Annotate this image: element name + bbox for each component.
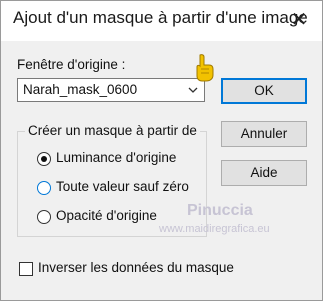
source-window-dropdown[interactable]: Narah_mask_0600 <box>17 78 205 102</box>
invert-mask-label: Inverser les données du masque <box>38 260 234 275</box>
radio-original-luminance[interactable] <box>37 152 51 166</box>
pointing-hand-icon <box>196 54 214 82</box>
radio-original-opacity[interactable] <box>37 210 51 224</box>
source-window-value: Narah_mask_0600 <box>23 82 138 97</box>
mask-source-legend: Créer un masque à partir de <box>25 123 200 138</box>
watermark-url: www.maidiregrafica.eu <box>159 223 270 235</box>
source-window-label: Fenêtre d'origine : <box>17 57 126 72</box>
cancel-button[interactable]: Annuler <box>221 121 307 147</box>
watermark-name: Pinuccia <box>187 202 253 219</box>
close-button[interactable]: ✕ <box>283 5 315 35</box>
invert-mask-checkbox[interactable] <box>19 262 33 276</box>
close-icon: ✕ <box>290 9 308 31</box>
radio-selected-dot <box>41 156 47 162</box>
help-button[interactable]: Aide <box>221 160 307 186</box>
mask-from-image-dialog: Ajout d'un masque à partir d'une image ✕… <box>0 0 323 301</box>
dialog-title: Ajout d'un masque à partir d'une image <box>13 8 308 27</box>
radio-any-nonzero-label: Toute valeur sauf zéro <box>56 179 189 194</box>
radio-original-luminance-label: Luminance d'origine <box>56 150 177 165</box>
title-bar: Ajout d'un masque à partir d'une image ✕ <box>1 1 322 41</box>
radio-original-opacity-label: Opacité d'origine <box>56 208 157 223</box>
radio-any-nonzero[interactable] <box>37 181 51 195</box>
ok-button[interactable]: OK <box>221 78 307 104</box>
